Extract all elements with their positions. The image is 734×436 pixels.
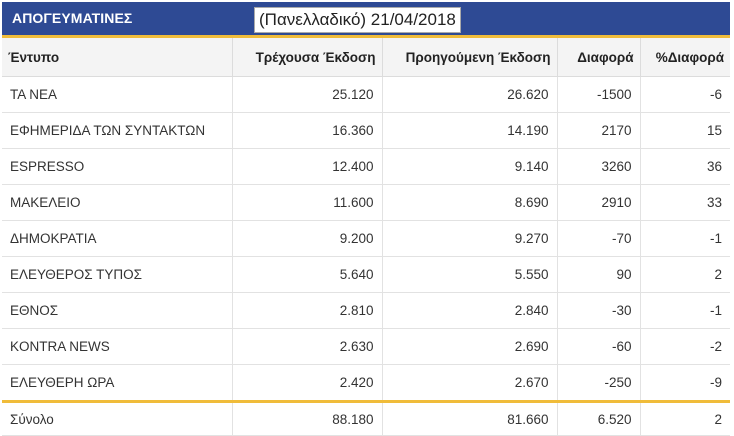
table-row: ΜΑΚΕΛΕΙΟ 11.600 8.690 2910 33: [2, 184, 730, 221]
cell-percent-difference: -9: [640, 364, 730, 402]
cell-previous-issue: 14.190: [382, 112, 558, 149]
cell-current-issue: 2.810: [232, 292, 383, 329]
cell-previous-issue: 5.550: [382, 256, 558, 293]
cell-current-issue: 11.600: [232, 184, 383, 221]
cell-previous-issue: 9.270: [382, 220, 558, 257]
cell-percent-difference: -2: [640, 328, 730, 365]
table-body: ΤΑ ΝΕΑ 25.120 26.620 -1500 -6 ΕΦΗΜΕΡΙΔΑ ΤΩΝ Σ…: [2, 76, 730, 436]
cell-publication: ΕΦΗΜΕΡΙΔΑ ΤΩΝ ΣΥΝΤΑΚΤΩΝ: [2, 112, 233, 149]
cell-publication: ΔΗΜΟΚΡΑΤΙΑ: [2, 220, 233, 257]
col-header-difference: Διαφορά: [557, 38, 641, 77]
cell-percent-difference: 33: [640, 184, 730, 221]
cell-publication: ΜΑΚΕΛΕΙΟ: [2, 184, 233, 221]
cell-percent-difference: 2: [640, 400, 730, 436]
cell-difference: 6.520: [557, 400, 641, 436]
cell-publication: ΕΘΝΟΣ: [2, 292, 233, 329]
cell-publication: ΤΑ ΝΕΑ: [2, 76, 233, 113]
cell-difference: -60: [557, 328, 641, 365]
cell-current-issue: 12.400: [232, 148, 383, 185]
cell-difference: 2910: [557, 184, 641, 221]
cell-difference: 3260: [557, 148, 641, 185]
cell-percent-difference: 36: [640, 148, 730, 185]
cell-current-issue: 2.630: [232, 328, 383, 365]
cell-current-issue: 5.640: [232, 256, 383, 293]
table-banner: ΑΠΟΓΕΥΜΑΤΙΝΕΣ (Πανελλαδικό) 21/04/2018: [2, 2, 730, 38]
cell-current-issue: 16.360: [232, 112, 383, 149]
col-header-previous-issue: Προηγούμενη Έκδοση: [382, 38, 558, 77]
table-row: ΕΘΝΟΣ 2.810 2.840 -30 -1: [2, 292, 730, 329]
cell-previous-issue: 81.660: [382, 400, 558, 436]
col-header-current-issue: Τρέχουσα Έκδοση: [232, 38, 383, 77]
cell-publication: KONTRA NEWS: [2, 328, 233, 365]
cell-difference: -70: [557, 220, 641, 257]
cell-publication: Σύνολο: [2, 400, 233, 436]
total-row: Σύνολο 88.180 81.660 6.520 2: [2, 400, 730, 436]
cell-previous-issue: 8.690: [382, 184, 558, 221]
table-row: KONTRA NEWS 2.630 2.690 -60 -2: [2, 328, 730, 365]
banner-title: ΑΠΟΓΕΥΜΑΤΙΝΕΣ: [12, 10, 133, 26]
cell-previous-issue: 9.140: [382, 148, 558, 185]
cell-percent-difference: -1: [640, 292, 730, 329]
table-row: ΕΛΕΥΘΕΡΗ ΩΡΑ 2.420 2.670 -250 -9: [2, 364, 730, 402]
cell-current-issue: 9.200: [232, 220, 383, 257]
banner-date-label: (Πανελλαδικό) 21/04/2018: [254, 7, 461, 33]
cell-difference: 90: [557, 256, 641, 293]
col-header-percent-difference: %Διαφορά: [640, 38, 730, 77]
cell-previous-issue: 26.620: [382, 76, 558, 113]
table-row: ΔΗΜΟΚΡΑΤΙΑ 9.200 9.270 -70 -1: [2, 220, 730, 257]
cell-difference: -250: [557, 364, 641, 402]
cell-previous-issue: 2.690: [382, 328, 558, 365]
cell-difference: 2170: [557, 112, 641, 149]
cell-current-issue: 2.420: [232, 364, 383, 402]
cell-current-issue: 25.120: [232, 76, 383, 113]
cell-difference: -30: [557, 292, 641, 329]
circulation-table: Έντυπο Τρέχουσα Έκδοση Προηγούμενη Έκδοσ…: [2, 38, 730, 436]
cell-previous-issue: 2.840: [382, 292, 558, 329]
table-row: ΤΑ ΝΕΑ 25.120 26.620 -1500 -6: [2, 76, 730, 113]
header-row: Έντυπο Τρέχουσα Έκδοση Προηγούμενη Έκδοσ…: [2, 38, 730, 77]
cell-publication: ΕΛΕΥΘΕΡΟΣ ΤΥΠΟΣ: [2, 256, 233, 293]
table-row: ESPRESSO 12.400 9.140 3260 36: [2, 148, 730, 185]
cell-percent-difference: 15: [640, 112, 730, 149]
table-row: ΕΦΗΜΕΡΙΔΑ ΤΩΝ ΣΥΝΤΑΚΤΩΝ 16.360 14.190 2170 1…: [2, 112, 730, 149]
cell-percent-difference: -1: [640, 220, 730, 257]
cell-difference: -1500: [557, 76, 641, 113]
table-row: ΕΛΕΥΘΕΡΟΣ ΤΥΠΟΣ 5.640 5.550 90 2: [2, 256, 730, 293]
cell-publication: ESPRESSO: [2, 148, 233, 185]
col-header-publication: Έντυπο: [2, 38, 233, 77]
cell-current-issue: 88.180: [232, 400, 383, 436]
cell-previous-issue: 2.670: [382, 364, 558, 402]
cell-percent-difference: 2: [640, 256, 730, 293]
cell-publication: ΕΛΕΥΘΕΡΗ ΩΡΑ: [2, 364, 233, 402]
cell-percent-difference: -6: [640, 76, 730, 113]
circulation-table-widget: ΑΠΟΓΕΥΜΑΤΙΝΕΣ (Πανελλαδικό) 21/04/2018 Έ…: [2, 2, 730, 436]
